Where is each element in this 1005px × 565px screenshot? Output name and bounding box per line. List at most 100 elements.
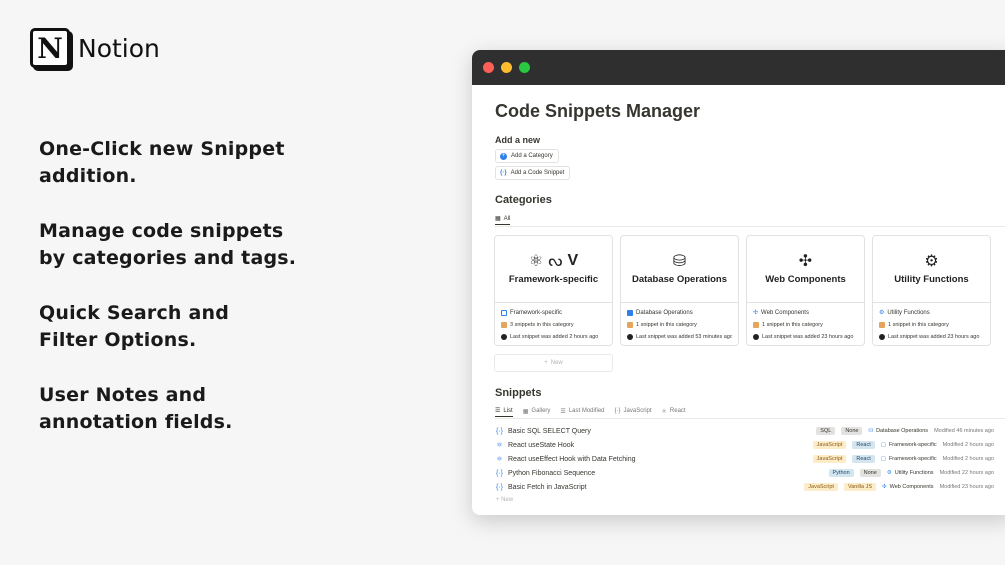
category-card-utility[interactable]: ⚙ Utility Functions ⚙ Utility Functions 1…	[872, 235, 991, 346]
bomb-icon	[627, 334, 633, 340]
table-row[interactable]: {·} Basic SQL SELECT Query SQL None ⛁ Dat…	[495, 424, 994, 438]
card-count: 1 snippet in this category	[762, 322, 823, 328]
add-snippet-button[interactable]: {·} Add a Code Snippet	[495, 166, 571, 180]
feature-list: One-Click new Snippet addition. Manage c…	[39, 136, 339, 464]
tab-label: Gallery	[531, 408, 551, 414]
card-cover: ⛁ Database Operations	[621, 236, 738, 303]
snippet-name: Basic SQL SELECT Query	[508, 427, 591, 435]
language-tag: SQL	[816, 427, 836, 435]
category-card-database[interactable]: ⛁ Database Operations Database Operation…	[620, 235, 739, 346]
card-count: 3 snippets in this category	[510, 322, 574, 328]
category-link[interactable]: ⚙ Utility Functions	[887, 470, 934, 476]
bomb-icon	[879, 334, 885, 340]
card-body: Database Operations 1 snippet in this ca…	[621, 303, 738, 345]
notion-logo-icon: N	[30, 28, 70, 68]
react-icon: ⚛	[528, 253, 544, 270]
gears-icon: ⚙	[924, 253, 939, 270]
code-braces-icon: {·}	[614, 408, 621, 414]
tab-label: React	[669, 408, 686, 414]
tab-last-modified[interactable]: ☰ Last Modified	[560, 405, 604, 417]
card-cover: ✣ Web Components	[747, 236, 864, 303]
framework-tag: None	[841, 427, 863, 435]
language-tag: JavaScript	[812, 441, 847, 449]
category-link[interactable]: ⛁ Database Operations	[868, 428, 928, 434]
tab-list[interactable]: ☰ List	[495, 405, 513, 417]
tab-javascript[interactable]: {·} JavaScript	[615, 405, 652, 417]
card-cover: ⚙ Utility Functions	[873, 236, 990, 303]
table-row[interactable]: ⚛ React useState Hook JavaScript React ▢…	[495, 438, 994, 452]
category-label: Utility Functions	[894, 470, 934, 476]
gears-icon: ⚙	[879, 310, 885, 316]
tab-gallery[interactable]: ▦ Gallery	[523, 405, 551, 417]
snippets-tabs: ☰ List ▦ Gallery ☰ Last Modified {·} JavaScr…	[495, 405, 686, 417]
code-braces-icon: {·}	[495, 427, 503, 435]
modified-time: Modified 2 hours ago	[942, 442, 994, 448]
react-icon: ⚛	[496, 456, 503, 463]
minimize-window-button[interactable]	[501, 62, 512, 73]
close-window-button[interactable]	[483, 62, 494, 73]
category-card-framework[interactable]: ⚛ ᔓ V Framework-specific Framework-speci…	[494, 235, 613, 346]
card-name-row: ✣ Web Components	[753, 307, 858, 319]
plus-circle-icon: +	[500, 152, 507, 160]
card-last: Last snippet was added 23 hours ago	[888, 334, 980, 340]
list-icon: ☰	[495, 408, 501, 414]
card-last: Last snippet was added 23 hours ago	[762, 334, 854, 340]
feature-notes: User Notes and annotation fields.	[39, 384, 233, 433]
puzzle-icon: ✣	[753, 310, 759, 316]
language-tag: JavaScript	[804, 483, 838, 491]
grid-icon: ▦	[495, 216, 501, 222]
card-last-row: Last snippet was added 23 hours ago	[753, 331, 858, 343]
window-titlebar	[472, 50, 1005, 85]
language-tag: Python	[828, 469, 854, 477]
card-name: Database Operations	[636, 310, 693, 316]
database-icon: ⛁	[868, 428, 874, 434]
page-title: Code Snippets Manager	[495, 101, 701, 121]
database-icon: ⛁	[672, 253, 687, 270]
add-new-heading: Add a new	[495, 135, 541, 145]
add-category-button[interactable]: + Add a Category	[495, 149, 559, 163]
box-icon	[627, 322, 633, 328]
tab-react[interactable]: ⚛ React	[662, 405, 686, 417]
snippets-divider	[495, 418, 1005, 419]
new-snippet-button[interactable]: + New	[496, 497, 513, 503]
brand: N Notion	[30, 28, 160, 68]
category-link[interactable]: ▢ Framework-specific	[881, 456, 937, 462]
snippet-name: React useState Hook	[508, 441, 575, 449]
puzzle-icon: ✣	[882, 484, 887, 490]
code-braces-icon: {·}	[495, 469, 503, 477]
category-card-web-components[interactable]: ✣ Web Components ✣ Web Components 1 snipp…	[746, 235, 865, 346]
category-link[interactable]: ✣ Web Components	[882, 484, 934, 490]
categories-divider	[495, 226, 1005, 227]
card-body: ⚙ Utility Functions 1 snippet in this cat…	[873, 303, 990, 345]
card-body: Framework-specific 3 snippets in this ca…	[495, 303, 612, 345]
modified-time: Modified 22 hours ago	[939, 470, 994, 476]
category-label: Database Operations	[876, 428, 929, 434]
add-snippet-label: Add a Code Snippet	[510, 170, 565, 176]
category-link[interactable]: ▢ Framework-specific	[881, 442, 937, 448]
card-name: Web Components	[761, 310, 809, 316]
card-name: Framework-specific	[510, 310, 563, 316]
svelte-icon: ᔓ	[548, 253, 563, 270]
database-icon	[627, 310, 633, 316]
list-icon: ☰	[560, 408, 566, 415]
puzzle-icon: ✣	[798, 253, 813, 270]
row-meta: JavaScript React ▢ Framework-specific Mod…	[812, 455, 994, 463]
tab-all[interactable]: ▦ All	[495, 213, 511, 225]
category-gallery: ⚛ ᔓ V Framework-specific Framework-speci…	[494, 235, 991, 346]
new-category-button[interactable]: + New	[494, 354, 613, 372]
framework-tag: Vanilla JS	[843, 483, 877, 491]
row-meta: JavaScript React ▢ Framework-specific Mod…	[812, 441, 994, 449]
categories-tabs: ▦ All	[495, 213, 511, 225]
table-row[interactable]: ⚛ React useEffect Hook with Data Fetchin…	[495, 452, 994, 466]
maximize-window-button[interactable]	[519, 62, 530, 73]
react-icon: ⚛	[661, 408, 667, 415]
table-row[interactable]: {·} Basic Fetch in JavaScript JavaScript…	[495, 480, 994, 494]
snippet-name: Python Fibonacci Sequence	[508, 469, 596, 477]
new-label: New	[501, 497, 514, 503]
framework-icons: ⚛ ᔓ V	[529, 251, 578, 271]
square-outline-icon	[501, 310, 507, 316]
card-count-row: 1 snippet in this category	[753, 319, 858, 331]
card-last-row: Last snippet was added 23 hours ago	[879, 331, 984, 343]
table-row[interactable]: {·} Python Fibonacci Sequence Python Non…	[495, 466, 994, 480]
feature-search-filter: Quick Search and Filter Options.	[39, 302, 230, 351]
